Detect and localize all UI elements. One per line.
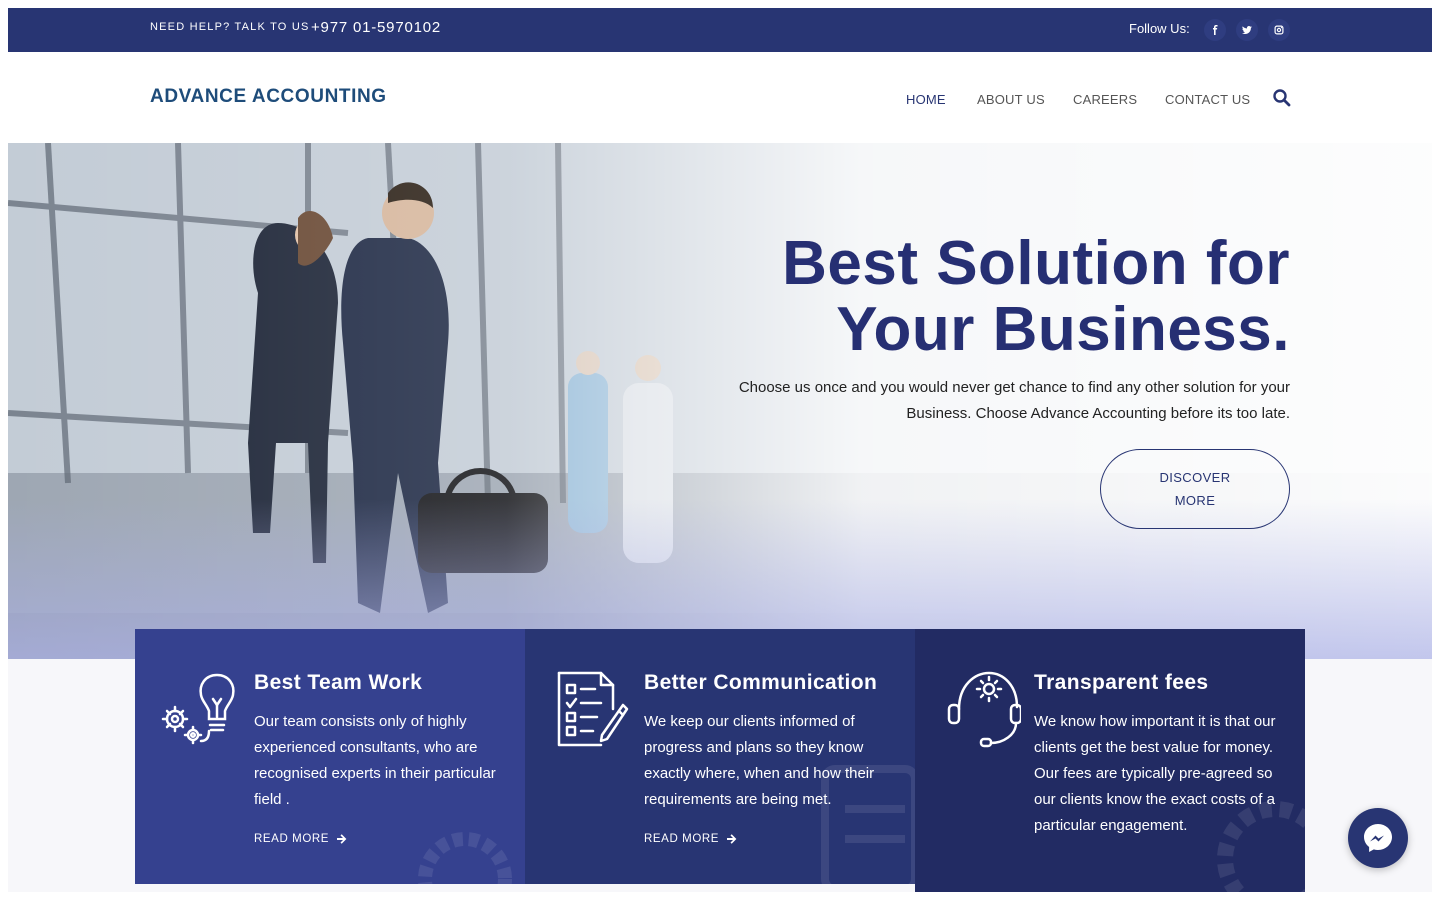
hero-title-line1: Best Solution for [782,229,1290,298]
hero-title-line2: Your Business. [836,295,1290,364]
follow-label: Follow Us: [1129,21,1190,36]
nav-careers[interactable]: CAREERS [1073,92,1137,107]
arrow-right-icon [337,834,347,844]
hero-title: Best Solution for Your Business. [690,231,1290,363]
headset-gear-icon [947,671,1021,748]
messenger-icon [1364,824,1392,852]
hero-banner: Best Solution for Your Business. Choose … [8,143,1432,659]
lightbulb-gears-icon [161,673,235,745]
feature-text-teamwork: Our team consists only of highly experie… [254,713,496,808]
feature-card-communication: Better Communication We keep our clients… [525,629,915,884]
read-more-label: READ MORE [644,833,720,845]
feature-text-communication: We keep our clients informed of progress… [644,713,875,808]
gear-watermark-icon [418,832,512,884]
feature-card-fees: Transparent fees We know how important i… [915,629,1305,892]
read-more-label: READ MORE [254,833,330,845]
arrow-right-icon [727,834,737,844]
discover-more-line2: MORE [1174,493,1216,508]
site-logo[interactable]: ADVANCE ACCOUNTING [150,86,387,108]
nav-home[interactable]: HOME [906,92,946,107]
main-header: ADVANCE ACCOUNTING HOME ABOUT US CAREERS… [8,52,1432,143]
facebook-icon[interactable] [1204,19,1226,41]
search-icon[interactable] [1272,88,1292,108]
nav-contact-us[interactable]: CONTACT US [1165,92,1250,107]
phone-number[interactable]: +977 01-5970102 [311,19,441,36]
read-more-communication-link[interactable]: READ MORE [644,833,737,845]
discover-more-button[interactable]: DISCOVER MORE [1100,449,1290,529]
page: NEED HELP? TALK TO US +977 01-5970102 Fo… [8,8,1432,892]
twitter-icon[interactable] [1236,19,1258,41]
nav-about-us[interactable]: ABOUT US [977,92,1045,107]
feature-title-communication: Better Communication [644,671,878,694]
messenger-chat-button[interactable] [1348,808,1408,868]
discover-more-line1: DISCOVER [1159,470,1231,485]
feature-title-teamwork: Best Team Work [254,671,423,694]
help-text: NEED HELP? TALK TO US [150,21,310,33]
top-bar: NEED HELP? TALK TO US +977 01-5970102 Fo… [8,8,1432,52]
feature-text-fees: We know how important it is that our cli… [1034,713,1276,834]
checklist-icon [557,671,629,747]
instagram-icon[interactable] [1268,19,1290,41]
feature-title-fees: Transparent fees [1034,671,1209,694]
hero-subtitle: Choose us once and you would never get c… [738,379,1290,422]
feature-card-teamwork: Best Team Work Our team consists only of… [135,629,525,884]
read-more-teamwork-link[interactable]: READ MORE [254,833,347,845]
